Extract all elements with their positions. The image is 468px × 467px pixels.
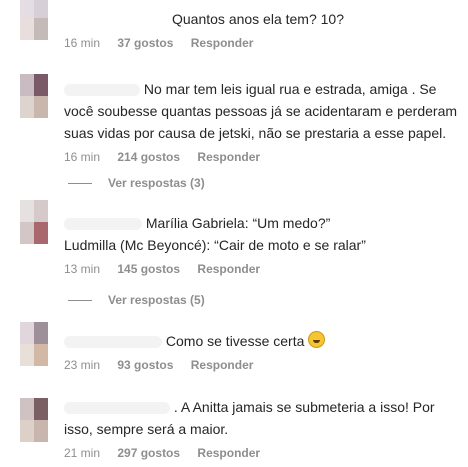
comment-meta: 21 min 297 gostos Responder xyxy=(64,446,460,460)
like-count[interactable]: 93 gostos xyxy=(117,358,173,372)
reply-button[interactable]: Responder xyxy=(191,36,254,50)
comment-item: . A Anitta jamais se submeteria a isso! … xyxy=(64,396,460,460)
like-count[interactable]: 214 gostos xyxy=(117,150,180,164)
comment-item: Quantos anos ela tem? 10? 16 min 37 gost… xyxy=(64,8,460,50)
comment-time: 13 min xyxy=(64,262,101,276)
view-replies-button[interactable]: Ver respostas (3) xyxy=(68,176,205,190)
redacted-username xyxy=(64,402,170,415)
comment-line-2: Ludmilla (Mc Beyoncé): “Cair de moto e s… xyxy=(64,237,366,253)
comment-text: No mar tem leis igual rua e estrada, ami… xyxy=(64,78,460,144)
comment-text: Como se tivesse certa xyxy=(64,330,460,352)
avatar[interactable] xyxy=(20,200,48,244)
comment-meta: 23 min 93 gostos Responder xyxy=(64,358,460,372)
like-count[interactable]: 145 gostos xyxy=(117,262,180,276)
avatar-column xyxy=(0,0,58,467)
reply-button[interactable]: Responder xyxy=(191,358,254,372)
comment-item: No mar tem leis igual rua e estrada, ami… xyxy=(64,78,460,164)
divider-line xyxy=(68,182,92,184)
comment-item: Como se tivesse certa 23 min 93 gostos R… xyxy=(64,330,460,372)
view-replies-label: Ver respostas (5) xyxy=(108,293,205,307)
comment-text: Marília Gabriela: “Um medo?” xyxy=(64,212,460,234)
like-count[interactable]: 37 gostos xyxy=(117,36,173,50)
reply-button[interactable]: Responder xyxy=(197,446,260,460)
reply-button[interactable]: Responder xyxy=(197,150,260,164)
avatar[interactable] xyxy=(20,0,48,40)
avatar[interactable] xyxy=(20,74,48,118)
comment-text: Quantos anos ela tem? 10? xyxy=(172,11,345,27)
comment-meta: 16 min 37 gostos Responder xyxy=(64,36,460,50)
view-replies-label: Ver respostas (3) xyxy=(108,176,205,190)
comment-meta: 13 min 145 gostos Responder xyxy=(64,262,460,276)
like-count[interactable]: 297 gostos xyxy=(117,446,180,460)
redacted-username xyxy=(64,84,140,97)
comment-meta: 16 min 214 gostos Responder xyxy=(64,150,460,164)
avatar[interactable] xyxy=(20,398,48,442)
comment-time: 21 min xyxy=(64,446,101,460)
comment-text: . A Anitta jamais se submeteria a isso! … xyxy=(64,396,460,440)
avatar[interactable] xyxy=(20,322,48,366)
redacted-username xyxy=(64,218,142,231)
comment-line-1: Marília Gabriela: “Um medo?” xyxy=(145,215,331,231)
comment-time: 23 min xyxy=(64,358,101,372)
view-replies-button[interactable]: Ver respostas (5) xyxy=(68,293,205,307)
comment-time: 16 min xyxy=(64,150,101,164)
grinning-sweat-emoji-icon xyxy=(308,331,326,348)
comment-body: Como se tivesse certa xyxy=(165,333,305,349)
redacted-username xyxy=(64,336,162,349)
divider-line xyxy=(68,299,92,301)
reply-button[interactable]: Responder xyxy=(197,262,260,276)
comment-time: 16 min xyxy=(64,36,101,50)
comment-item: Marília Gabriela: “Um medo?” Ludmilla (M… xyxy=(64,212,460,276)
